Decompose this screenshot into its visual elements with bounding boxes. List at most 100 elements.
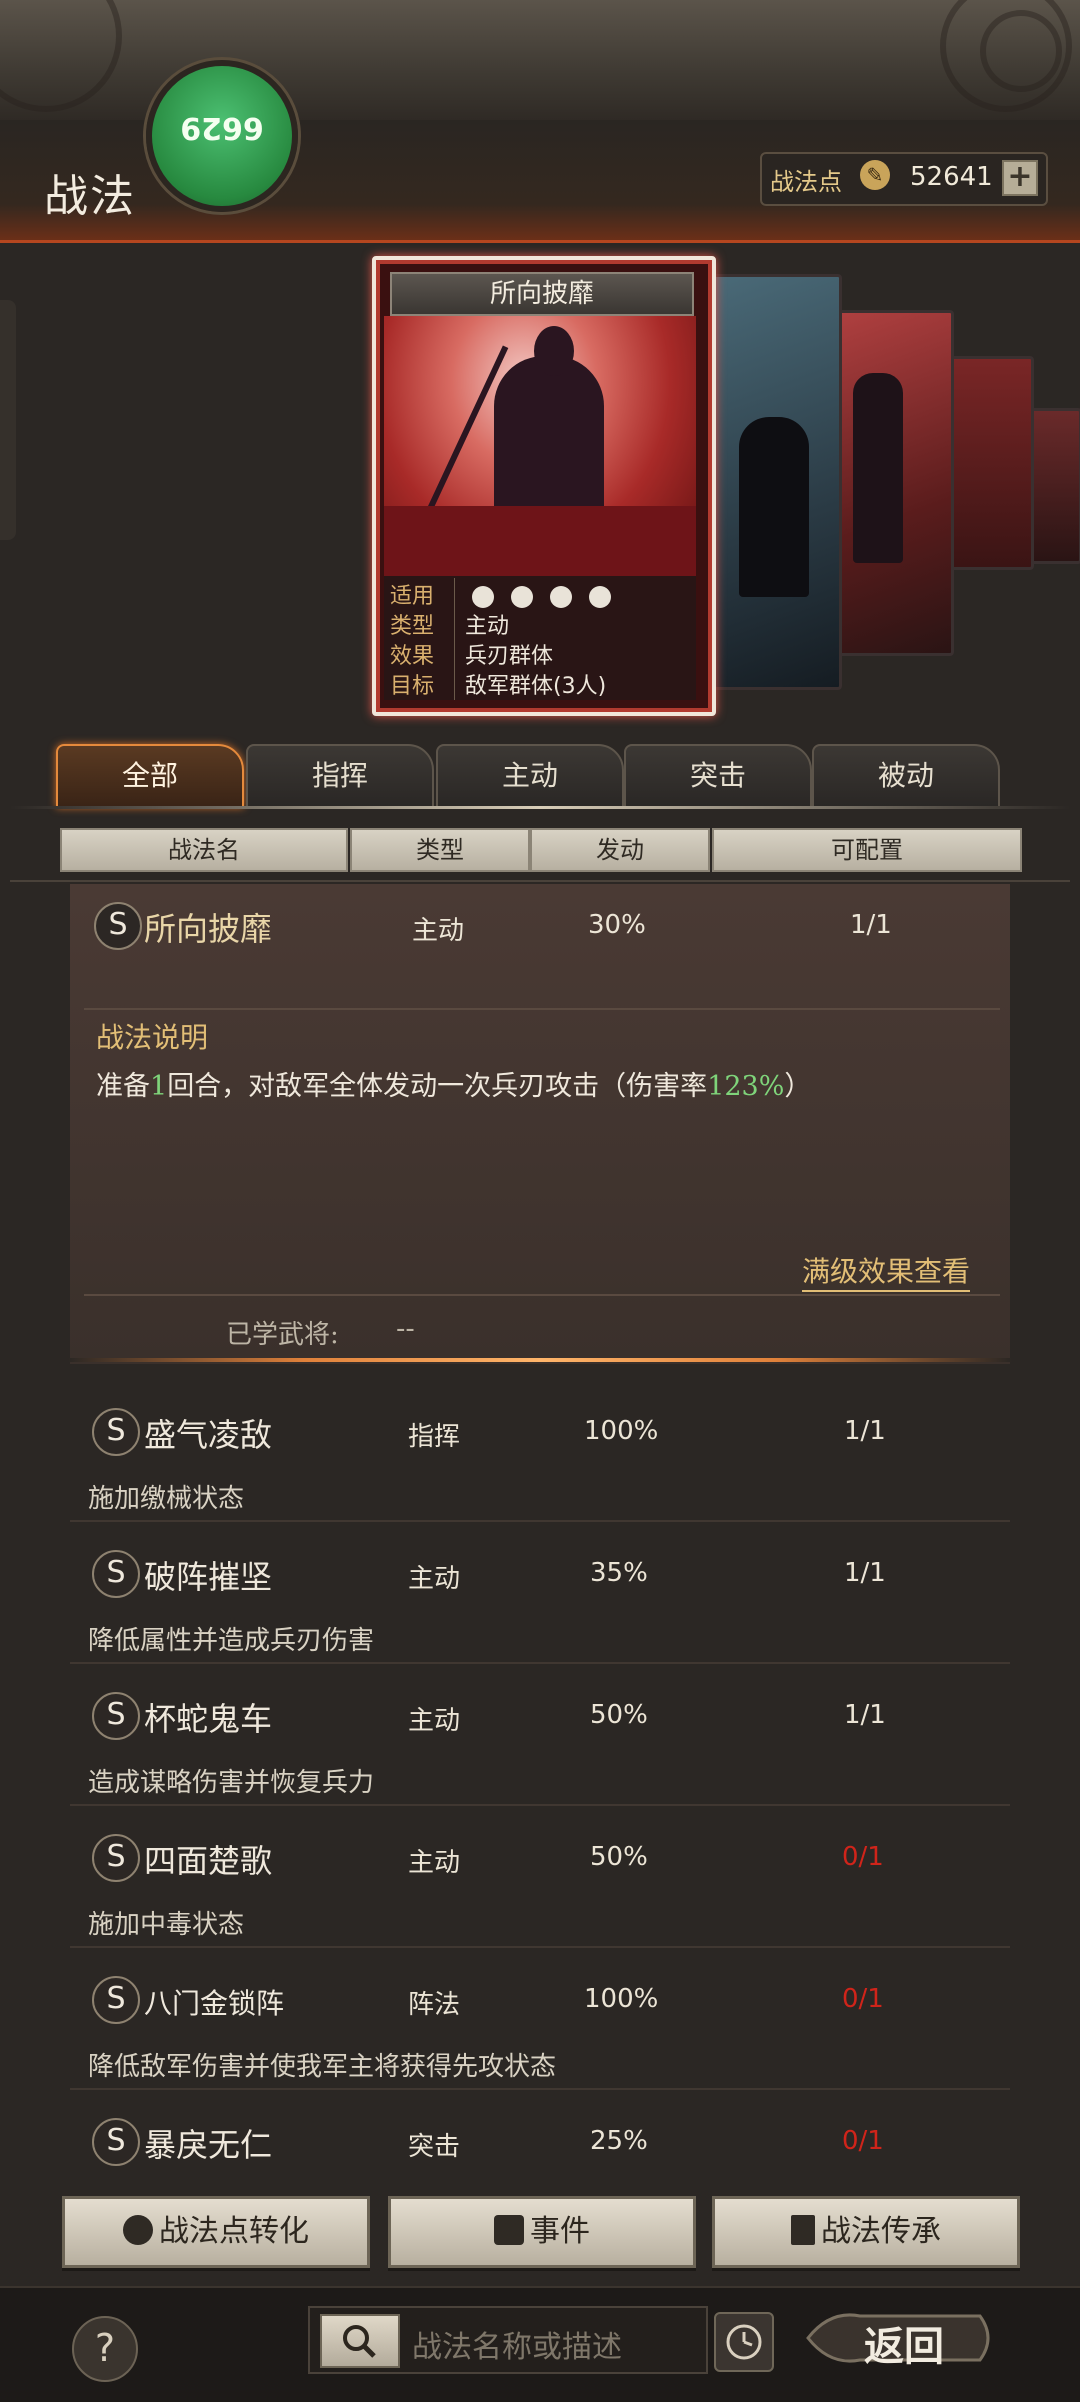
- card-title: 所向披靡: [390, 272, 694, 316]
- tactic-slots: 1/1: [844, 1700, 886, 1730]
- tactic-type: 主动: [412, 916, 465, 946]
- tactic-name[interactable]: 盛气凌敌: [144, 1410, 272, 1456]
- tactic-slots: 1/1: [844, 1558, 886, 1588]
- info-value: 主动: [465, 614, 510, 639]
- description-text: 准备1回合，对敌军全体发动一次兵刃攻击（伤害率123%）: [96, 1071, 812, 1102]
- card-preview[interactable]: [706, 274, 842, 690]
- info-key: 效果: [390, 638, 455, 670]
- tactic-points-value: 52641: [910, 162, 993, 192]
- tactic-name[interactable]: 四面楚歌: [144, 1836, 272, 1882]
- grade-badge: S: [92, 1692, 140, 1740]
- back-label: 返回: [864, 2323, 944, 2370]
- tactic-summary: 施加缴械状态: [88, 1484, 245, 1514]
- grade-badge: S: [92, 2118, 140, 2166]
- card-info-panel: 适用 类型 主动 效果 兵刃群体 目标 敌军群体(3人): [384, 576, 696, 700]
- divider: [84, 1294, 1000, 1296]
- tactic-rate: 30%: [588, 910, 646, 940]
- shield-icon: [511, 586, 533, 608]
- help-button[interactable]: ?: [72, 2316, 138, 2382]
- search-icon[interactable]: [320, 2314, 400, 2368]
- tactic-points-label: 战法点: [770, 168, 842, 196]
- info-value: 敌军群体(3人): [465, 674, 607, 699]
- learned-generals-value: --: [396, 1314, 415, 1344]
- events-button[interactable]: 事件: [388, 2196, 696, 2268]
- featured-tactic-card[interactable]: 所向披靡 适用 类型 主动 效果 兵刃群体 目标 敌军群体(3人): [372, 256, 716, 716]
- tactic-name[interactable]: 破阵摧坚: [144, 1552, 272, 1598]
- tactic-name[interactable]: 八门金锁阵: [144, 1982, 284, 2022]
- cavalry-icon: [472, 586, 494, 608]
- tactic-summary: 降低属性并造成兵刃伤害: [88, 1626, 375, 1656]
- history-clock-icon[interactable]: [714, 2312, 774, 2372]
- tactic-slots: 1/1: [844, 1416, 886, 1446]
- tactic-type: 主动: [408, 1706, 461, 1736]
- tactic-slots: 1/1: [850, 910, 892, 940]
- column-header-rate[interactable]: 发动: [530, 828, 710, 872]
- tactic-rate: 35%: [590, 1558, 648, 1588]
- column-header-type[interactable]: 类型: [350, 828, 530, 872]
- tactic-summary: 降低敌军伤害并使我军主将获得先攻状态: [88, 2052, 557, 2082]
- info-key: 适用: [390, 578, 455, 610]
- inherit-tactic-button[interactable]: 战法传承: [712, 2196, 1020, 2268]
- tab-all[interactable]: 全部: [56, 744, 244, 808]
- expanded-tactic-row[interactable]: [70, 884, 1010, 1364]
- row-divider: [70, 1520, 1010, 1522]
- card-preview[interactable]: [1026, 408, 1080, 564]
- tactic-rate: 100%: [584, 1416, 659, 1446]
- info-key: 目标: [390, 668, 455, 700]
- bow-icon: [550, 586, 572, 608]
- level-badge: 6629: [146, 60, 298, 212]
- description-title: 战法说明: [96, 1021, 209, 1054]
- tactic-slots: 0/1: [842, 1842, 884, 1872]
- convert-points-button[interactable]: 战法点转化: [62, 2196, 370, 2268]
- tactic-summary: 施加中毒状态: [88, 1910, 245, 1940]
- card-artwork: [384, 316, 696, 576]
- row-divider: [70, 1804, 1010, 1806]
- row-divider: [70, 2088, 1010, 2090]
- tactic-name: 所向披靡: [144, 910, 273, 948]
- tactic-slots: 0/1: [842, 2126, 884, 2156]
- grade-badge: S: [92, 1408, 140, 1456]
- info-key: 类型: [390, 608, 455, 640]
- tactic-type: 阵法: [408, 1990, 461, 2020]
- header-divider: [10, 880, 1070, 882]
- hammer-icon: [791, 2215, 815, 2245]
- grade-badge: S: [92, 1550, 140, 1598]
- card-preview[interactable]: [830, 310, 954, 656]
- page-title: 战法: [44, 171, 136, 222]
- info-value: 兵刃群体: [465, 644, 554, 669]
- grade-badge: S: [92, 1976, 140, 2024]
- tactic-rate: 50%: [590, 1842, 648, 1872]
- grade-badge: S: [94, 902, 142, 950]
- tactic-rate: 25%: [590, 2126, 648, 2156]
- column-header-name[interactable]: 战法名: [60, 828, 348, 872]
- tab-passive[interactable]: 被动: [812, 744, 1000, 808]
- full-level-effect-link[interactable]: 满级效果查看: [802, 1250, 971, 1292]
- tab-assault[interactable]: 突击: [624, 744, 812, 808]
- card-preview[interactable]: [946, 356, 1034, 570]
- event-book-icon: [494, 2215, 524, 2245]
- tactic-slots: 0/1: [842, 1984, 884, 2014]
- tactic-rate: 100%: [584, 1984, 659, 2014]
- tactic-type: 突击: [408, 2132, 461, 2162]
- tactic-type: 主动: [408, 1564, 461, 1594]
- add-points-button[interactable]: +: [1002, 160, 1038, 196]
- wheel-icon: [589, 586, 611, 608]
- tactic-name[interactable]: 杯蛇鬼车: [144, 1694, 272, 1740]
- tactic-summary: 造成谋略伤害并恢复兵力: [88, 1768, 375, 1798]
- tab-command[interactable]: 指挥: [246, 744, 434, 808]
- tab-divider: [10, 806, 1070, 809]
- tactic-points-icon: ✎: [860, 160, 890, 190]
- glow-divider: [68, 1358, 1012, 1362]
- divider: [84, 1008, 1000, 1010]
- left-edge-tab[interactable]: [0, 300, 16, 540]
- tactic-rate: 50%: [590, 1700, 648, 1730]
- column-header-slots[interactable]: 可配置: [712, 828, 1022, 872]
- search-placeholder: 战法名称或描述: [412, 2330, 622, 2365]
- tactic-name[interactable]: 暴戾无仁: [144, 2120, 272, 2166]
- row-divider: [70, 1946, 1010, 1948]
- tab-active[interactable]: 主动: [436, 744, 624, 808]
- learned-generals-label: 已学武将:: [226, 1320, 339, 1350]
- grade-badge: S: [92, 1834, 140, 1882]
- tactic-type: 主动: [408, 1848, 461, 1878]
- row-divider: [70, 1662, 1010, 1664]
